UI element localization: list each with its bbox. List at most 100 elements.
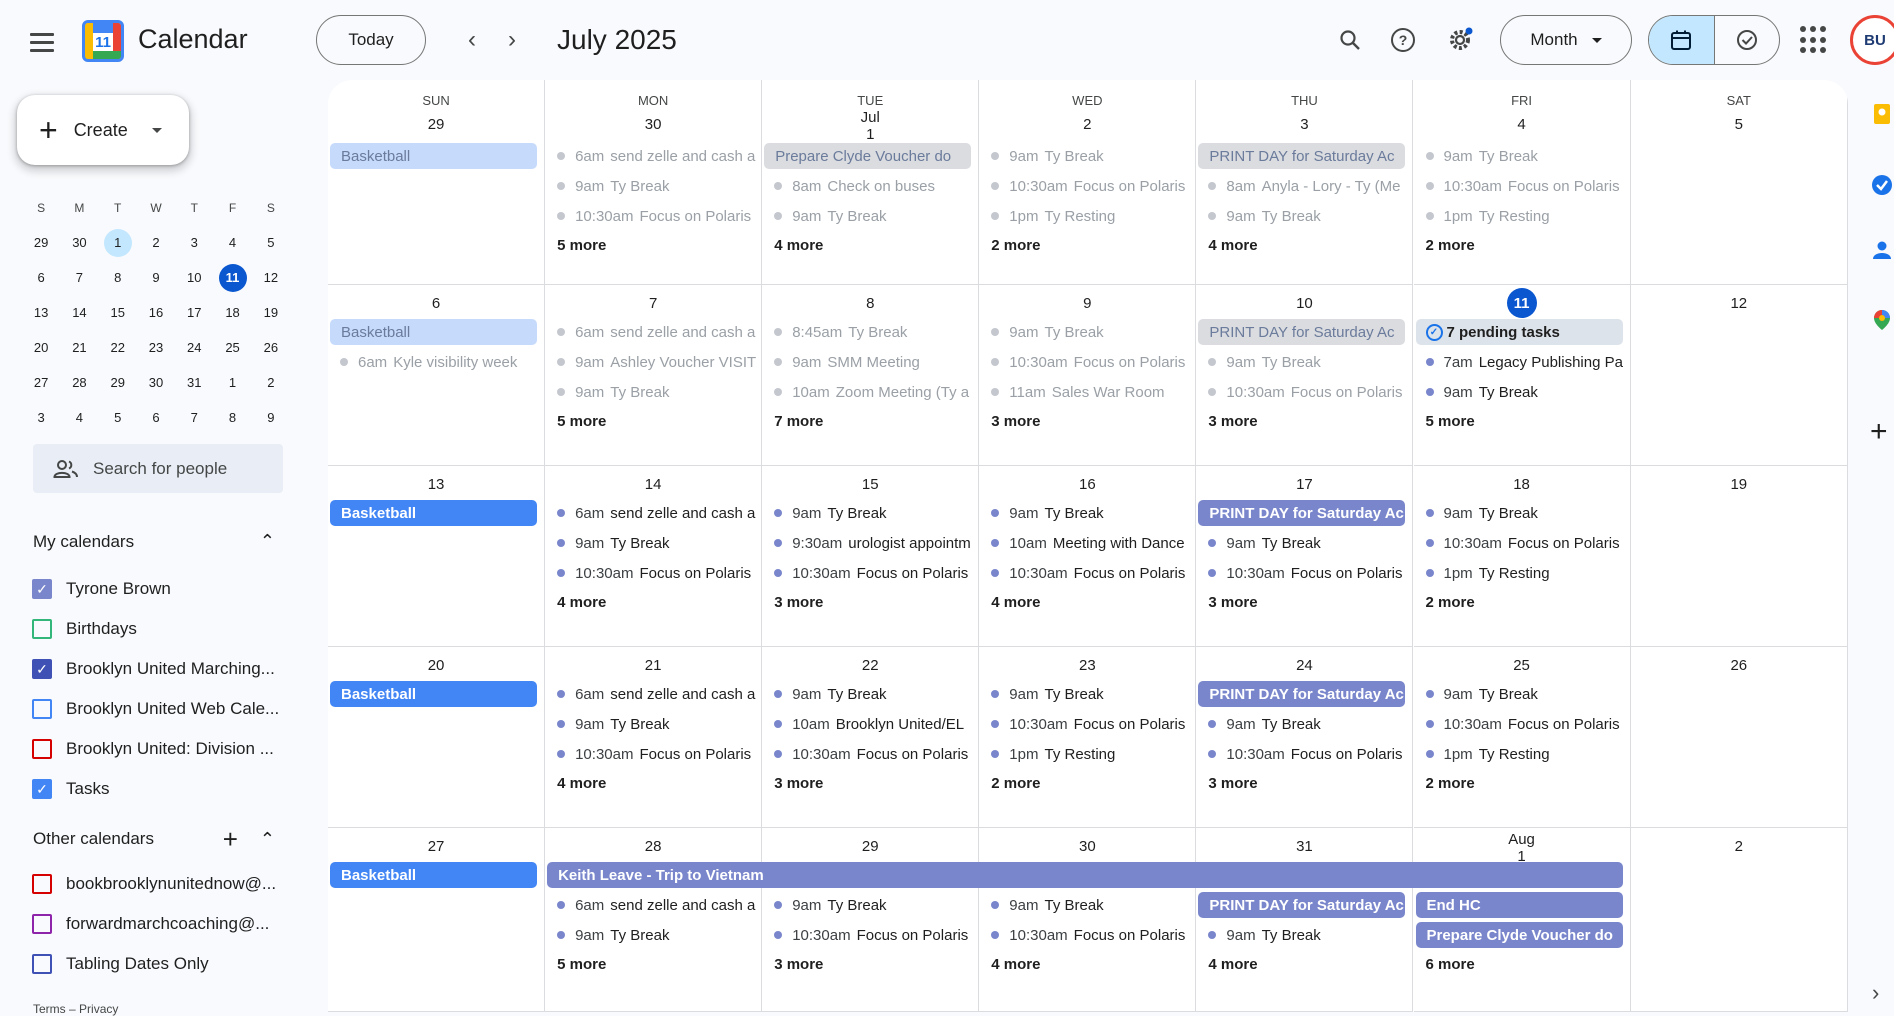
all-day-event[interactable]: PRINT DAY for Saturday Ac [1198, 681, 1406, 707]
search-icon[interactable] [1330, 20, 1370, 60]
day-number[interactable]: 11 [1414, 288, 1630, 318]
mini-calendar-day[interactable]: 1 [213, 369, 251, 397]
timed-event[interactable]: 9am Ty Break [1196, 203, 1407, 229]
timed-event[interactable]: 8:45am Ty Break [762, 319, 973, 345]
timed-event[interactable]: 10:30am Focus on Polaris [979, 173, 1190, 199]
all-day-event[interactable]: Basketball [330, 681, 538, 707]
all-day-event[interactable]: Basketball [330, 862, 538, 888]
mini-calendar-day[interactable]: 5 [99, 404, 137, 432]
day-cell[interactable]: TUE Jul 1 Prepare Clyde Voucher do 8am Check… [762, 80, 980, 285]
unchecked-checkbox[interactable] [32, 739, 52, 759]
day-cell[interactable]: 28 6am send zelle and cash a 9am Ty Break 5 m… [545, 828, 763, 1012]
unchecked-checkbox[interactable] [32, 954, 52, 974]
all-day-event[interactable]: PRINT DAY for Saturday Ac [1198, 319, 1406, 345]
pending-tasks-chip[interactable]: ✓ 7 pending tasks [1415, 319, 1623, 345]
timed-event[interactable]: 10:30am Focus on Polaris [979, 349, 1190, 375]
more-events-link[interactable]: 2 more [979, 237, 1040, 254]
mini-calendar-day[interactable]: 8 [213, 404, 251, 432]
mini-calendar-day[interactable]: 8 [99, 264, 137, 292]
day-cell[interactable]: 8 8:45am Ty Break 9am SMM Meeting 10am Zoom Me… [762, 285, 980, 466]
day-number[interactable]: 21 [545, 650, 761, 680]
day-number[interactable]: 20 [328, 650, 544, 680]
day-cell[interactable]: 27 Basketball [328, 828, 546, 1012]
all-day-event[interactable]: Prepare Clyde Voucher do [764, 143, 972, 169]
more-events-link[interactable]: 5 more [545, 956, 606, 973]
timed-event[interactable]: 6am send zelle and cash a [545, 319, 756, 345]
unchecked-checkbox[interactable] [32, 619, 52, 639]
day-cell[interactable]: MON 30 6am send zelle and cash a 9am Ty Break… [545, 80, 763, 285]
calendar-item[interactable]: Brooklyn United Web Cale... [32, 694, 292, 724]
checked-checkbox[interactable]: ✓ [32, 659, 52, 679]
mini-calendar-day[interactable]: 15 [99, 299, 137, 327]
day-cell[interactable]: 6 Basketball 6am Kyle visibility week [328, 285, 546, 466]
day-number[interactable]: 31 [1196, 831, 1412, 861]
timed-event[interactable]: 10:30am Focus on Polaris [979, 711, 1190, 737]
view-select[interactable]: Month [1500, 15, 1632, 65]
day-cell[interactable]: 18 9am Ty Break 10:30am Focus on Polaris 1pm T… [1413, 466, 1631, 647]
more-events-link[interactable]: 3 more [1196, 413, 1257, 430]
day-cell[interactable]: 10 PRINT DAY for Saturday Ac 9am Ty Break 10… [1196, 285, 1414, 466]
mini-calendar-day[interactable]: 3 [22, 404, 60, 432]
unchecked-checkbox[interactable] [32, 914, 52, 934]
mini-calendar-day[interactable]: 4 [60, 404, 98, 432]
timed-event[interactable]: 9am Ty Break [545, 379, 756, 405]
timed-event[interactable]: 1pm Ty Resting [1414, 560, 1625, 586]
timed-event[interactable]: 6am send zelle and cash a [545, 500, 756, 526]
chevron-right-icon[interactable]: › [1872, 980, 1879, 1006]
timed-event[interactable]: 10am Meeting with Dance [979, 530, 1190, 556]
privacy-link[interactable]: Privacy [79, 1002, 118, 1016]
day-number[interactable]: 5 [1631, 109, 1847, 139]
all-day-event[interactable]: Basketball [330, 143, 538, 169]
calendar-item[interactable]: forwardmarchcoaching@... [32, 909, 292, 939]
help-icon[interactable]: ? [1383, 20, 1423, 60]
mini-calendar-day[interactable]: 7 [60, 264, 98, 292]
timed-event[interactable]: 10:30am Focus on Polaris [762, 560, 973, 586]
day-number[interactable]: 24 [1196, 650, 1412, 680]
previous-month-icon[interactable]: ‹ [454, 22, 490, 58]
mini-calendar-day[interactable]: 27 [22, 369, 60, 397]
timed-event[interactable]: 10am Brooklyn United/EL [762, 711, 973, 737]
more-events-link[interactable]: 5 more [545, 413, 606, 430]
day-cell[interactable]: 14 6am send zelle and cash a 9am Ty Break 10:… [545, 466, 763, 647]
day-number[interactable]: 17 [1196, 469, 1412, 499]
day-cell[interactable]: 17 PRINT DAY for Saturday Ac 9am Ty Break 10… [1196, 466, 1414, 647]
timed-event[interactable]: 6am send zelle and cash a [545, 892, 756, 918]
timed-event[interactable]: 9am SMM Meeting [762, 349, 973, 375]
timed-event[interactable]: 6am Kyle visibility week [328, 349, 539, 375]
calendar-item[interactable]: Brooklyn United: Division ... [32, 734, 292, 764]
more-events-link[interactable]: 4 more [1196, 956, 1257, 973]
mini-calendar-day[interactable]: 6 [22, 264, 60, 292]
timed-event[interactable]: 10:30am Focus on Polaris [979, 922, 1190, 948]
more-events-link[interactable]: 2 more [979, 775, 1040, 792]
timed-event[interactable]: 10:30am Focus on Polaris [979, 560, 1190, 586]
mini-calendar-day[interactable]: 3 [175, 229, 213, 257]
day-number[interactable]: 6 [328, 288, 544, 318]
day-cell[interactable]: 11 ✓ 7 pending tasks 7am Legacy Publishing P… [1413, 285, 1631, 466]
maps-icon[interactable] [1870, 308, 1894, 332]
calendar-item[interactable]: Birthdays [32, 614, 292, 644]
more-events-link[interactable]: 3 more [1196, 775, 1257, 792]
mini-calendar-day[interactable]: 1 [99, 228, 137, 257]
today-button[interactable]: Today [316, 15, 426, 65]
main-menu-icon[interactable] [22, 22, 62, 62]
next-month-icon[interactable]: › [494, 22, 530, 58]
timed-event[interactable]: 9am Ty Break [1414, 143, 1625, 169]
day-cell[interactable]: THU 3 PRINT DAY for Saturday Ac 8am Anyla - … [1196, 80, 1414, 285]
more-events-link[interactable]: 7 more [762, 413, 823, 430]
timed-event[interactable]: 1pm Ty Resting [1414, 741, 1625, 767]
mini-calendar-day[interactable]: 6 [137, 404, 175, 432]
all-day-event[interactable]: End HC [1415, 892, 1623, 918]
mini-calendar-day[interactable]: 4 [213, 229, 251, 257]
timed-event[interactable]: 10:30am Focus on Polaris [1414, 711, 1625, 737]
more-events-link[interactable]: 3 more [979, 413, 1040, 430]
tasks-view-icon[interactable] [1715, 16, 1780, 64]
day-cell[interactable]: WED 2 9am Ty Break 10:30am Focus on Polaris 1p… [979, 80, 1197, 285]
day-cell[interactable]: SUN 29 Basketball [328, 80, 546, 285]
day-number[interactable]: 4 [1414, 109, 1630, 139]
timed-event[interactable]: 9am Ty Break [545, 173, 756, 199]
mini-calendar-day[interactable]: 7 [175, 404, 213, 432]
mini-calendar-day[interactable]: 9 [137, 264, 175, 292]
timed-event[interactable]: 9am Ty Break [979, 319, 1190, 345]
more-events-link[interactable]: 3 more [1196, 594, 1257, 611]
timed-event[interactable]: 10:30am Focus on Polaris [1414, 530, 1625, 556]
